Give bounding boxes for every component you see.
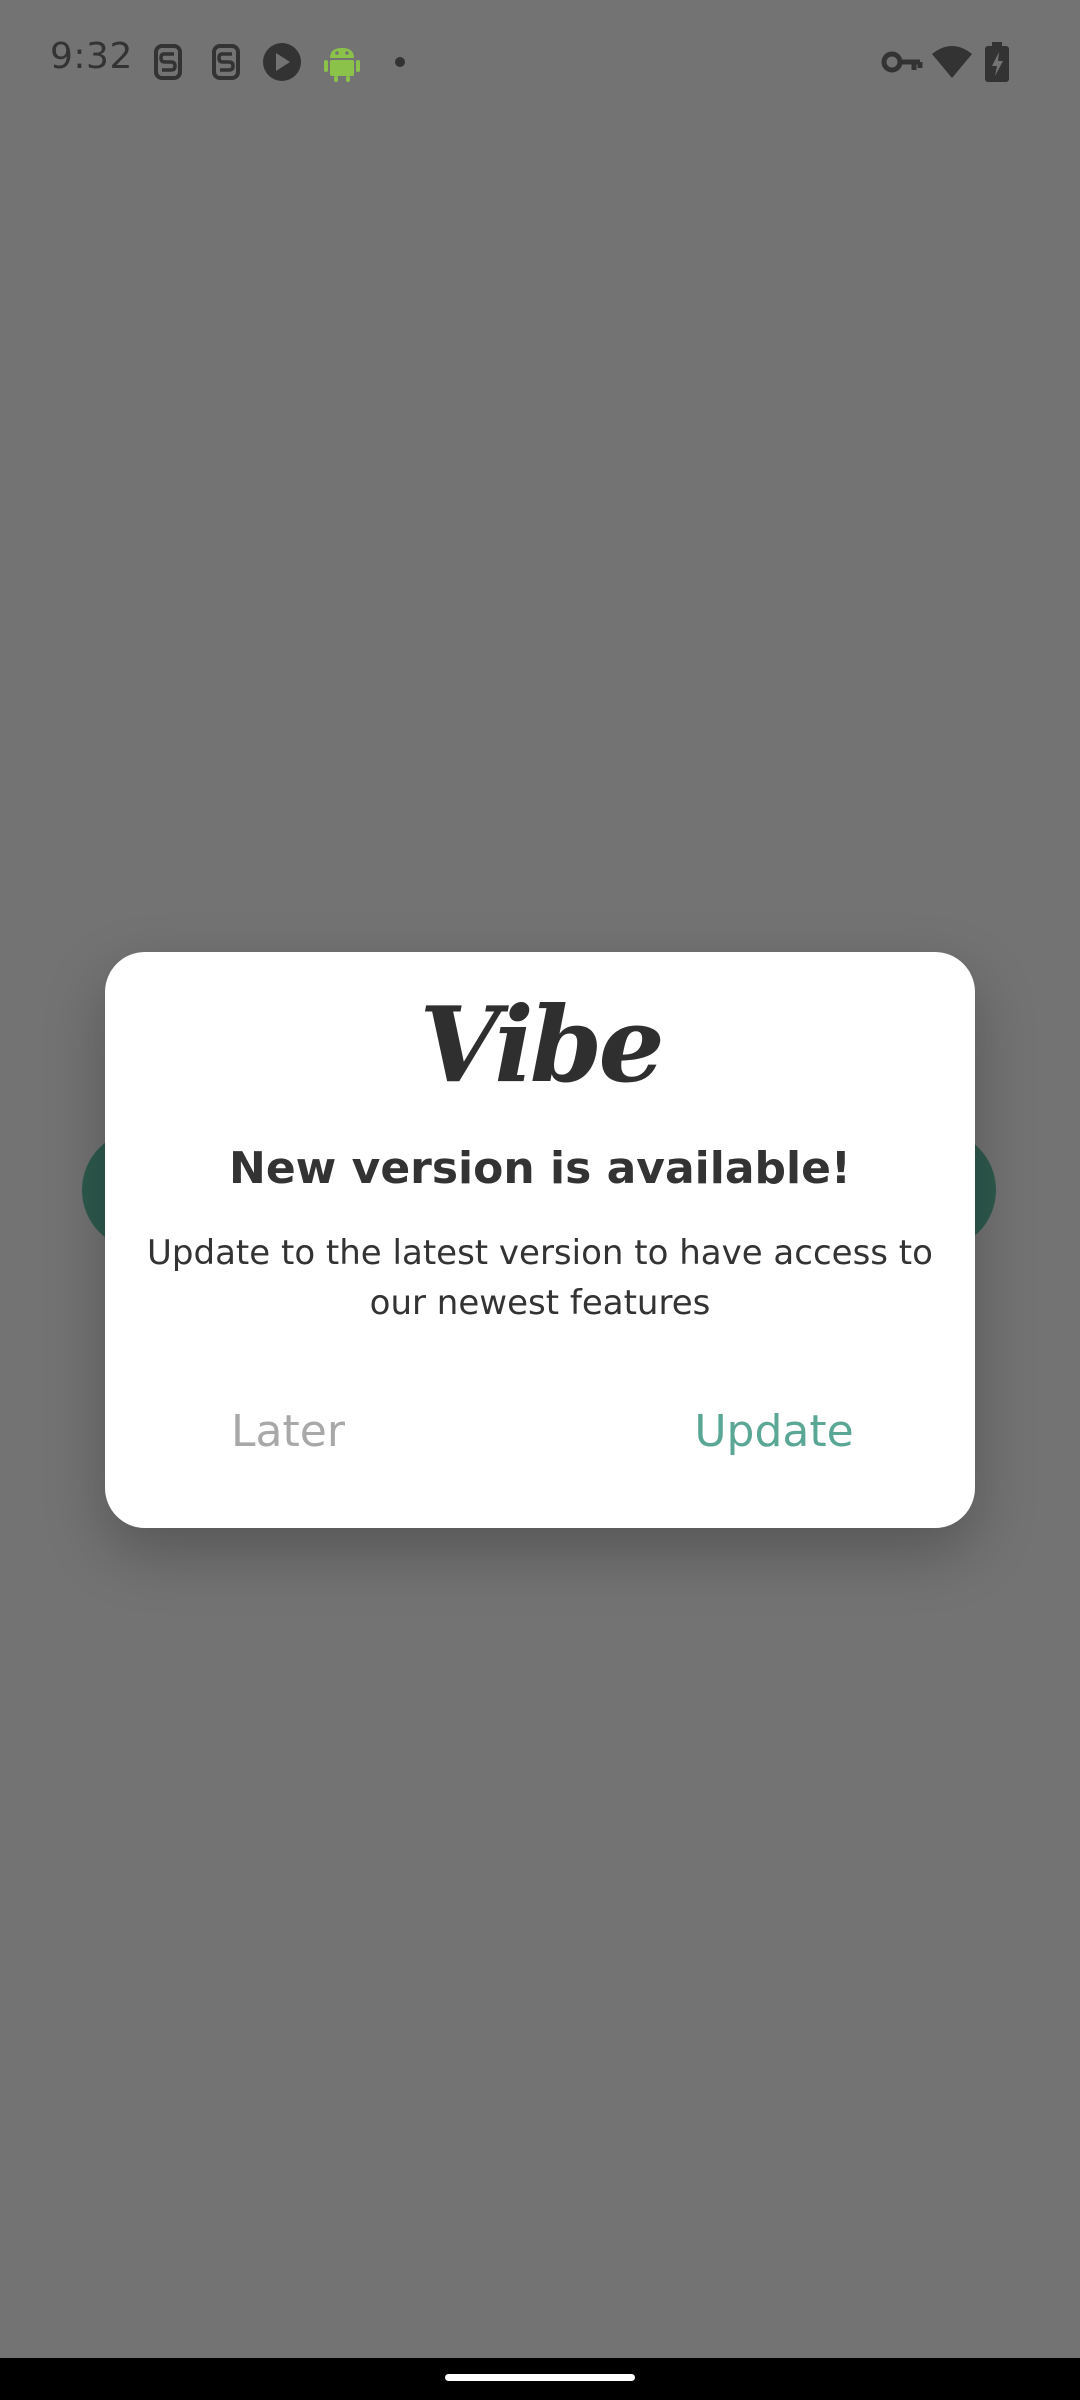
dialog-title: New version is available! [229,1143,851,1194]
android-icon [322,40,362,84]
battery-charging-icon [982,40,1012,84]
status-bar: 9:32 [0,0,1080,124]
home-indicator[interactable] [445,2374,635,2381]
update-button[interactable]: Update [649,1392,899,1472]
sim-s-icon [206,40,246,84]
camera-aperture-icon [262,40,302,84]
status-time: 9:32 [50,36,133,77]
later-button[interactable]: Later [105,1392,471,1472]
vpn-key-icon [880,40,924,84]
dot-icon [380,40,420,84]
sim-s-icon [148,40,188,84]
wifi-icon [930,40,974,84]
vibe-logo: Vibe [419,983,664,1106]
update-dialog: Vibe New version is available! Update to… [105,952,975,1528]
dialog-message: Update to the latest version to have acc… [147,1233,933,1323]
navigation-bar [0,2358,1080,2400]
